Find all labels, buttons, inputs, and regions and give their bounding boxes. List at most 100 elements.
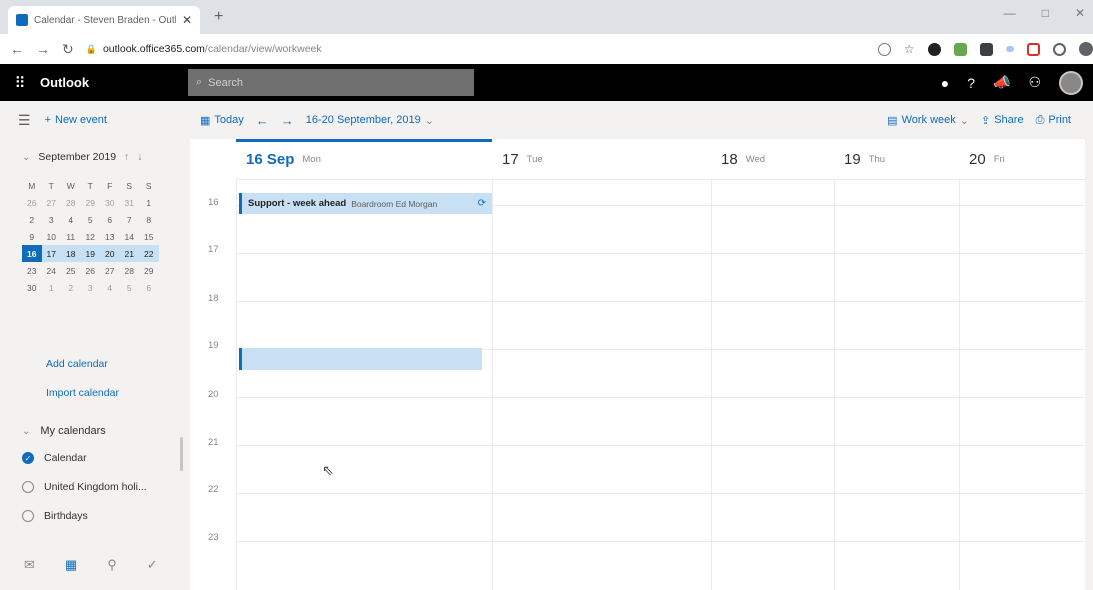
mini-calendar-day[interactable]: 14 bbox=[120, 228, 140, 245]
mini-calendar-day[interactable]: 28 bbox=[61, 194, 81, 211]
left-pane-scrollbar[interactable] bbox=[180, 437, 183, 471]
mini-calendar-day[interactable]: 4 bbox=[100, 279, 120, 296]
extension-cloud-icon[interactable] bbox=[1005, 46, 1014, 52]
mini-calendar-day[interactable]: 21 bbox=[119, 245, 139, 262]
close-window-button[interactable]: ✕ bbox=[1075, 6, 1085, 20]
previous-week-icon[interactable]: ← bbox=[256, 113, 269, 128]
mini-calendar-day[interactable]: 25 bbox=[61, 262, 81, 279]
mini-calendar-day[interactable]: 23 bbox=[22, 262, 42, 279]
mini-calendar-day[interactable]: 7 bbox=[120, 211, 140, 228]
day-header-thu[interactable]: 19 Thu bbox=[834, 139, 885, 179]
tasks-icon[interactable]: ✓ bbox=[147, 557, 158, 573]
mini-calendar-day[interactable]: 28 bbox=[120, 262, 140, 279]
mini-calendar-day[interactable]: 1 bbox=[42, 279, 62, 296]
calendar-icon[interactable]: ▦ bbox=[65, 557, 77, 573]
mini-calendar-day[interactable]: 3 bbox=[81, 279, 101, 296]
day-header-fri[interactable]: 20 Fri bbox=[959, 139, 1005, 179]
mini-calendar-day[interactable]: 20 bbox=[100, 245, 120, 262]
translate-icon[interactable] bbox=[877, 42, 891, 56]
day-header-mon[interactable]: 16 Sep Mon bbox=[236, 139, 321, 179]
extension-box-icon[interactable] bbox=[979, 42, 993, 56]
view-switcher[interactable]: ▤ Work week ⌄ bbox=[887, 114, 969, 127]
mini-calendar-day[interactable]: 3 bbox=[42, 211, 62, 228]
my-calendars-header[interactable]: ⌄ My calendars bbox=[22, 425, 106, 437]
share-button[interactable]: ⇪ Share bbox=[981, 114, 1024, 127]
add-calendar-link[interactable]: Add calendar bbox=[46, 358, 108, 370]
mini-calendar-day[interactable]: 4 bbox=[61, 211, 81, 228]
new-event-button[interactable]: + New event bbox=[45, 114, 107, 126]
app-name[interactable]: Outlook bbox=[40, 75, 190, 90]
day-header-wed[interactable]: 18 Wed bbox=[711, 139, 765, 179]
mini-calendar-day[interactable]: 10 bbox=[42, 228, 62, 245]
mini-calendar-day[interactable]: 26 bbox=[81, 262, 101, 279]
mail-icon[interactable]: ✉ bbox=[24, 557, 35, 573]
mini-calendar-day[interactable]: 29 bbox=[139, 262, 159, 279]
mini-calendar-day[interactable]: 15 bbox=[139, 228, 159, 245]
mini-calendar-day[interactable]: 5 bbox=[81, 211, 101, 228]
mini-calendar-day[interactable]: 27 bbox=[42, 194, 62, 211]
search-box[interactable]: ⌕ Search bbox=[188, 69, 474, 96]
calendar-event[interactable]: Support - week ahead Boardroom Ed Morgan… bbox=[239, 193, 492, 214]
previous-month-icon[interactable]: ↑ bbox=[124, 151, 129, 163]
skype-icon[interactable]: ● bbox=[941, 75, 949, 91]
forward-arrow-icon[interactable]: → bbox=[36, 41, 50, 57]
mini-calendar-day[interactable]: 19 bbox=[80, 245, 100, 262]
mini-calendar-day[interactable]: 12 bbox=[81, 228, 101, 245]
print-button[interactable]: ⎙ Print bbox=[1036, 114, 1071, 127]
mini-calendar-day[interactable]: 2 bbox=[22, 211, 42, 228]
close-tab-icon[interactable]: ✕ bbox=[182, 13, 192, 27]
browser-tab[interactable]: Calendar - Steven Braden - Outl... ✕ bbox=[8, 6, 200, 34]
people-icon[interactable]: ⚲ bbox=[107, 557, 117, 573]
mini-calendar-day[interactable]: 1 bbox=[139, 194, 159, 211]
minimize-button[interactable]: — bbox=[1004, 6, 1016, 20]
extension-green-icon[interactable] bbox=[953, 42, 967, 56]
megaphone-icon[interactable]: 📣 bbox=[993, 74, 1010, 91]
extension-dark-icon[interactable] bbox=[927, 42, 941, 56]
new-tab-button[interactable]: + bbox=[214, 8, 223, 26]
avatar[interactable] bbox=[1059, 70, 1083, 95]
mini-calendar-day[interactable]: 30 bbox=[100, 194, 120, 211]
calendar-item-birthdays[interactable]: Birthdays bbox=[22, 510, 88, 522]
mini-calendar-day[interactable]: 13 bbox=[100, 228, 120, 245]
mini-calendar-day[interactable]: 6 bbox=[139, 279, 159, 296]
maximize-button[interactable]: □ bbox=[1042, 6, 1049, 20]
mini-calendar-day[interactable]: 26 bbox=[22, 194, 42, 211]
mini-calendar-day[interactable]: 18 bbox=[61, 245, 81, 262]
mini-calendar-day[interactable]: 16 bbox=[22, 245, 42, 262]
mini-calendar-day[interactable]: 8 bbox=[139, 211, 159, 228]
help-icon[interactable]: ? bbox=[967, 75, 975, 91]
mini-calendar-day[interactable]: 6 bbox=[100, 211, 120, 228]
notifications-icon[interactable]: ⚇ bbox=[1028, 74, 1041, 91]
calendar-item-uk-holidays[interactable]: United Kingdom holi... bbox=[22, 481, 147, 493]
import-calendar-link[interactable]: Import calendar bbox=[46, 387, 119, 399]
mini-calendar-day[interactable]: 9 bbox=[22, 228, 42, 245]
extension-ring-icon[interactable] bbox=[1052, 42, 1066, 56]
mini-calendar-day[interactable]: 24 bbox=[42, 262, 62, 279]
mini-calendar-day[interactable]: 30 bbox=[22, 279, 42, 296]
today-button[interactable]: ▦ Today bbox=[200, 114, 244, 127]
app-launcher-icon[interactable]: ⠿ bbox=[0, 74, 40, 92]
mini-calendar-month[interactable]: September 2019 bbox=[38, 151, 116, 163]
mini-calendar-day[interactable]: 31 bbox=[120, 194, 140, 211]
next-week-icon[interactable]: → bbox=[281, 113, 294, 128]
collapse-chevron-icon[interactable]: ⌄ bbox=[22, 152, 30, 163]
star-icon[interactable]: ☆ bbox=[904, 42, 915, 56]
calendar-item-calendar[interactable]: ✓ Calendar bbox=[22, 452, 87, 464]
mini-calendar-day[interactable]: 17 bbox=[41, 245, 61, 262]
date-range-picker[interactable]: 16-20 September, 2019 ⌄ bbox=[306, 114, 434, 127]
extension-office-icon[interactable] bbox=[1026, 42, 1040, 56]
next-month-icon[interactable]: ↓ bbox=[137, 151, 142, 163]
reload-icon[interactable]: ↻ bbox=[62, 41, 74, 58]
hamburger-menu-icon[interactable]: ☰ bbox=[18, 112, 31, 129]
back-arrow-icon[interactable]: ← bbox=[10, 41, 24, 57]
mini-calendar-day[interactable]: 27 bbox=[100, 262, 120, 279]
mini-calendar-day[interactable]: 11 bbox=[61, 228, 81, 245]
mini-calendar-day[interactable]: 5 bbox=[120, 279, 140, 296]
mini-calendar-day[interactable]: 2 bbox=[61, 279, 81, 296]
mini-calendar-day[interactable]: 29 bbox=[81, 194, 101, 211]
day-header-tue[interactable]: 17 Tue bbox=[492, 139, 543, 179]
mini-calendar-day[interactable]: 22 bbox=[139, 245, 159, 262]
address-bar[interactable]: 🔒 outlook.office365.com/calendar/view/wo… bbox=[86, 38, 866, 60]
profile-icon[interactable] bbox=[1078, 42, 1093, 56]
new-event-selection[interactable] bbox=[239, 348, 482, 370]
